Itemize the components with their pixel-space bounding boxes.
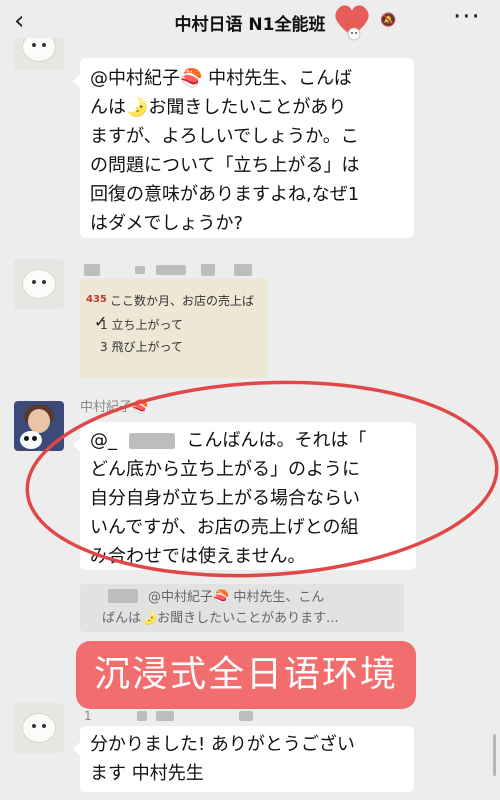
mute-bell-icon: 🔕: [380, 13, 397, 28]
quoted-message[interactable]: @中村紀子🍣 中村先生、こん ばんは🌛お聞きしたいことがあります...: [80, 584, 404, 632]
chat-title: 中村日语 N1全能班: [174, 15, 326, 35]
message-line: の問題について「立ち上がる」は: [90, 155, 360, 176]
message-line: @中村紀子🍣 中村先生、こんば: [90, 68, 353, 89]
message-bubble: 分かりました! ありがとうござい ます 中村先生: [73, 726, 414, 792]
message-line: んは🌛お聞きしたいことがあり: [90, 97, 347, 118]
message-line: ますが、よろしいでしょうか。こ: [90, 126, 359, 147]
scrollbar[interactable]: [493, 734, 496, 776]
quote-line: @中村紀子🍣 中村先生、こん: [148, 590, 325, 605]
message-line: 分かりました! ありがとうござい: [90, 734, 355, 755]
avatar[interactable]: [14, 703, 64, 753]
message-bubble: @中村紀子🍣 中村先生、こんば んは🌛お聞きしたいことがあり ますが、よろしいで…: [73, 58, 414, 238]
question-number: 435: [86, 294, 107, 305]
photo-text-line: 3 飛び上がって: [100, 340, 183, 354]
quote-line: ばんは🌛お聞きしたいことがあります...: [102, 611, 339, 626]
message-line: 回復の意味がありますよね,なぜ1: [90, 184, 360, 205]
avatar[interactable]: [14, 38, 64, 70]
blurred-sender-name: [84, 259, 253, 278]
more-options-icon[interactable]: ···: [453, 2, 481, 32]
photo-text-line: 1 立ち上がって: [100, 318, 183, 332]
blurred-quote-name: [108, 589, 138, 603]
photo-message[interactable]: 435 ここ数か月、お店の売上ば ✓ 1 立ち上がって 3 飛び上がって: [80, 278, 268, 378]
chat-header: ‹ 中村日语 N1全能班 🔕 ···: [0, 0, 500, 44]
red-circle-annotation: [25, 380, 499, 578]
message-line: ます 中村先生: [90, 763, 204, 784]
heart-sticker-icon: [335, 5, 369, 41]
photo-text-line: ここ数か月、お店の売上ば: [110, 294, 255, 308]
promo-banner: 沉浸式全日语环境: [76, 641, 416, 709]
avatar[interactable]: [14, 259, 64, 309]
message-line: はダメでしょうか?: [90, 213, 244, 234]
blurred-sender-name: 1: [84, 705, 253, 724]
